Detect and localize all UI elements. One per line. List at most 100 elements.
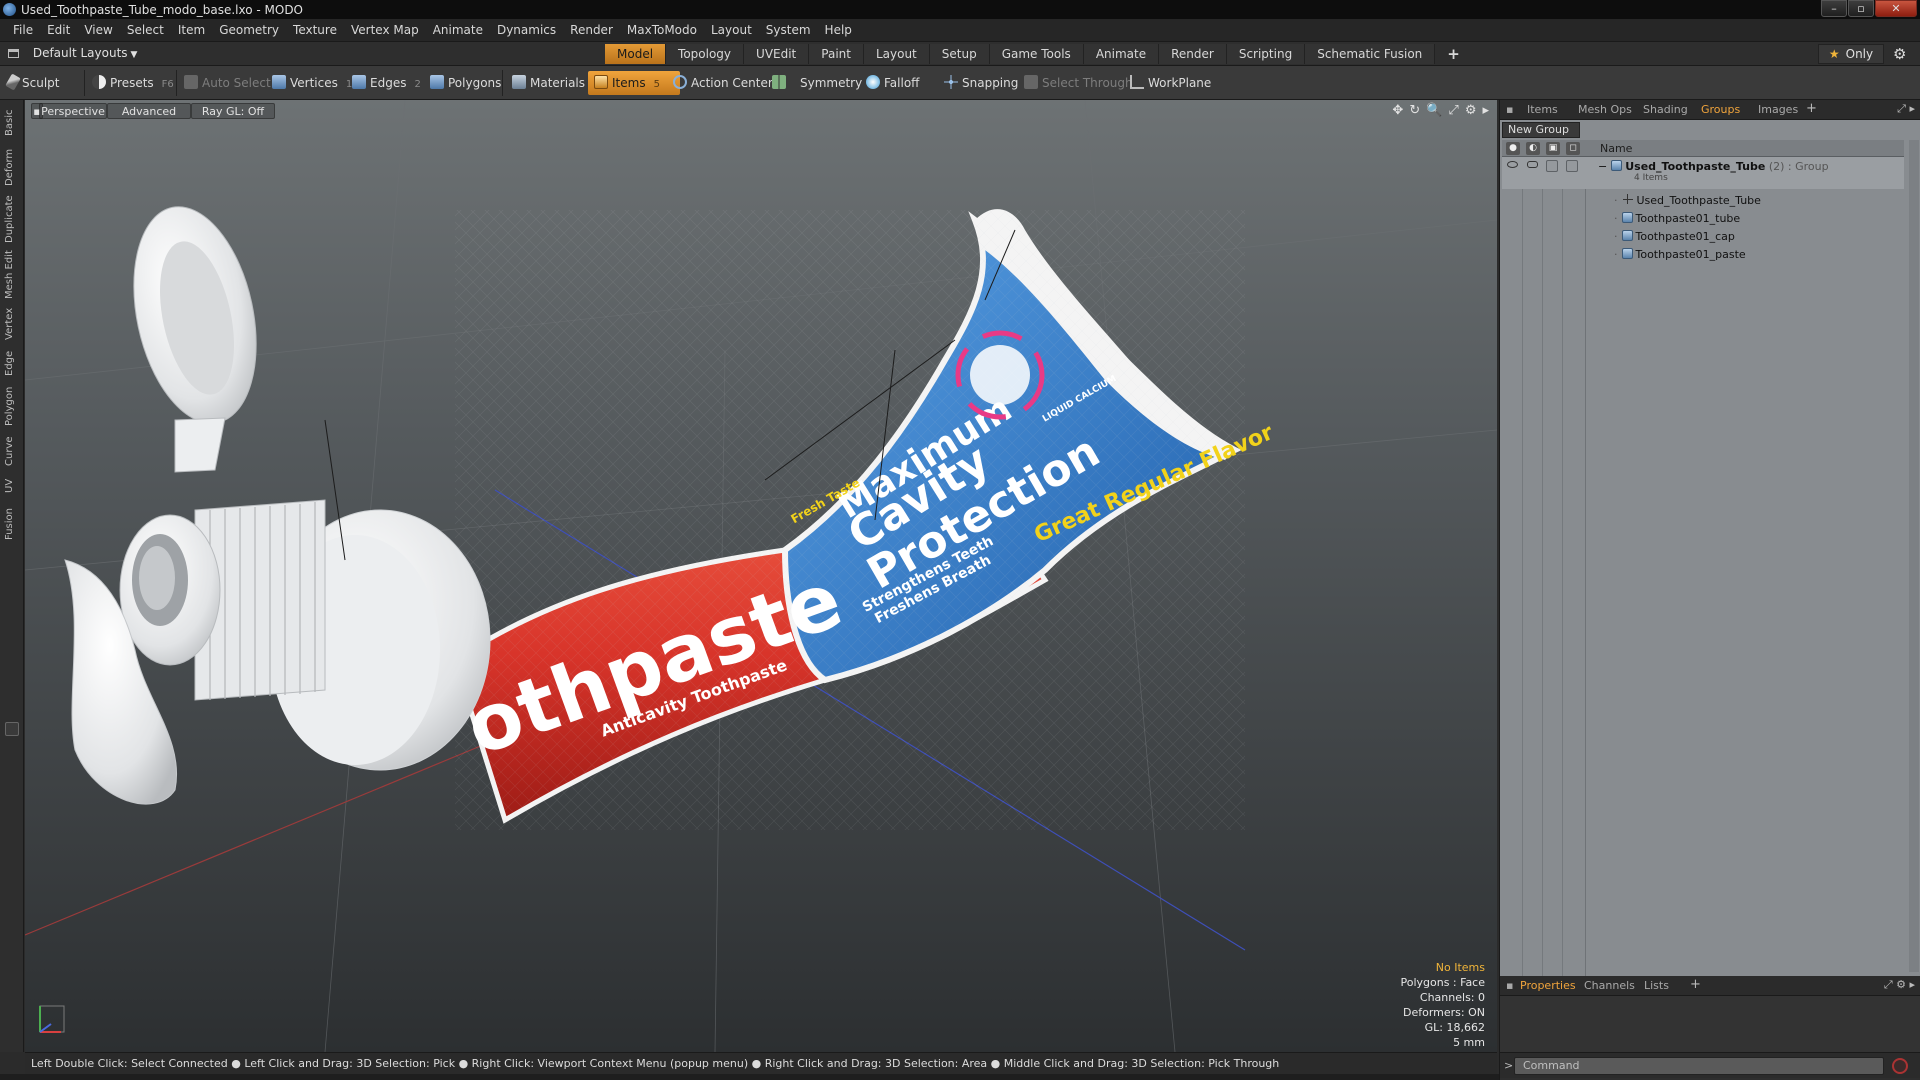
list-item[interactable]: · Toothpaste01_paste — [1502, 245, 1904, 263]
menu-edit[interactable]: Edit — [40, 23, 77, 37]
tab-animate[interactable]: Animate — [1083, 44, 1160, 64]
tab-mesh-ops[interactable]: Mesh Ops — [1578, 103, 1632, 116]
eye-icon[interactable] — [1507, 161, 1518, 168]
render-column-icon[interactable]: ◐ — [1526, 142, 1540, 155]
vtab-uv[interactable]: UV — [4, 474, 20, 498]
gear-icon[interactable]: ⚙ — [1893, 45, 1906, 63]
symmetry-button[interactable]: Symmetry — [772, 71, 862, 95]
sculpt-button[interactable]: Sculpt — [5, 71, 59, 95]
select-column-icon[interactable]: ◻ — [1566, 142, 1580, 155]
tab-topology[interactable]: Topology — [666, 44, 745, 64]
add-panel-tab-button[interactable]: + — [1690, 977, 1701, 992]
visibility-column-icon[interactable]: ● — [1506, 142, 1520, 155]
tab-layout[interactable]: Layout — [863, 44, 930, 64]
select-toggle[interactable] — [1566, 160, 1578, 172]
viewport-gear-icon[interactable]: ⚙ — [1465, 103, 1477, 118]
pan-icon[interactable]: ✥ — [1392, 103, 1403, 118]
view-mode-dropdown[interactable]: Perspective — [39, 103, 107, 119]
items-button[interactable]: Items 5 — [588, 71, 680, 95]
materials-button[interactable]: Materials — [512, 71, 585, 95]
edges-button[interactable]: Edges 2 — [352, 71, 421, 95]
tab-channels[interactable]: Channels — [1584, 979, 1635, 992]
vtab-edge[interactable]: Edge — [4, 348, 20, 378]
close-button[interactable]: ✕ — [1875, 0, 1917, 17]
falloff-button[interactable]: Falloff — [866, 71, 919, 95]
collapse-icon[interactable]: − — [1598, 160, 1607, 173]
groups-scrollbar[interactable] — [1909, 140, 1919, 972]
tab-game-tools[interactable]: Game Tools — [989, 44, 1084, 64]
panel-expand-icon[interactable]: ⤢ ▸ — [1897, 102, 1915, 116]
tab-shading[interactable]: Shading — [1643, 103, 1688, 116]
name-column-header[interactable]: Name — [1600, 142, 1632, 155]
select-through-button[interactable]: Select Through — [1024, 71, 1133, 95]
panel-gear-icon[interactable]: ⤢ ⚙ ▸ — [1884, 978, 1915, 992]
menu-texture[interactable]: Texture — [286, 23, 344, 37]
tab-paint[interactable]: Paint — [809, 44, 864, 64]
panel-menu-icon[interactable]: ▪ — [1506, 979, 1513, 992]
shading-dropdown[interactable]: Advanced — [107, 103, 191, 119]
tab-items[interactable]: Items — [1527, 103, 1558, 116]
auto-select-button[interactable]: Auto Select — [184, 71, 271, 95]
only-toggle[interactable]: ★ Only — [1818, 44, 1884, 64]
tab-properties[interactable]: Properties — [1520, 979, 1576, 992]
menu-item[interactable]: Item — [171, 23, 212, 37]
toothpaste-cap-mesh[interactable] — [64, 195, 491, 805]
menu-select[interactable]: Select — [120, 23, 171, 37]
tab-render[interactable]: Render — [1159, 44, 1227, 64]
tab-images[interactable]: Images — [1758, 103, 1798, 116]
vtab-deform[interactable]: Deform — [4, 146, 20, 188]
vtab-vertex[interactable]: Vertex — [4, 306, 20, 342]
toolbox-toggle-button[interactable] — [5, 722, 19, 736]
menu-vertex-map[interactable]: Vertex Map — [344, 23, 426, 37]
minimize-button[interactable]: – — [1821, 0, 1847, 17]
fit-icon[interactable]: ⤢ — [1448, 103, 1458, 118]
presets-button[interactable]: Presets F6 — [92, 71, 174, 95]
tab-scripting[interactable]: Scripting — [1226, 44, 1306, 64]
maximize-button[interactable]: ▫ — [1848, 0, 1874, 17]
tab-model[interactable]: Model — [605, 44, 667, 64]
vertices-button[interactable]: Vertices 1 — [272, 71, 352, 95]
lock-toggle[interactable] — [1546, 160, 1558, 172]
scrollbar-thumb[interactable] — [1910, 520, 1918, 550]
raygl-toggle[interactable]: Ray GL: Off — [191, 103, 275, 119]
vtab-fusion[interactable]: Fusion — [4, 504, 20, 544]
menu-animate[interactable]: Animate — [426, 23, 490, 37]
render-toggle-icon[interactable] — [1527, 161, 1538, 168]
lock-column-icon[interactable]: ▣ — [1546, 142, 1560, 155]
action-center-button[interactable]: Action Center — [673, 71, 773, 95]
viewport-expand-icon[interactable]: ▸ — [1482, 103, 1489, 118]
tab-schematic-fusion[interactable]: Schematic Fusion — [1305, 44, 1436, 64]
menu-dynamics[interactable]: Dynamics — [490, 23, 563, 37]
tab-groups[interactable]: Groups — [1701, 103, 1740, 116]
workplane-button[interactable]: WorkPlane — [1130, 71, 1211, 95]
record-macro-icon[interactable] — [1892, 1058, 1908, 1074]
list-item[interactable]: · Used_Toothpaste_Tube — [1502, 191, 1904, 209]
menu-file[interactable]: File — [6, 23, 40, 37]
polygons-button[interactable]: Polygons — [430, 71, 501, 95]
tab-lists[interactable]: Lists — [1644, 979, 1669, 992]
command-input[interactable]: Command — [1514, 1057, 1884, 1075]
snapping-button[interactable]: Snapping — [944, 71, 1018, 95]
layouts-dropdown[interactable]: Default Layouts ▼ — [8, 46, 137, 60]
rotate-icon[interactable]: ↻ — [1409, 103, 1420, 118]
vtab-basic[interactable]: Basic — [4, 106, 20, 140]
menu-layout[interactable]: Layout — [704, 23, 759, 37]
list-item[interactable]: · Toothpaste01_cap — [1502, 227, 1904, 245]
3d-viewport[interactable]: othpaste Anticavity Toothpaste Maximum C… — [25, 100, 1497, 1052]
viewport-scene[interactable]: othpaste Anticavity Toothpaste Maximum C… — [25, 100, 1497, 1052]
zoom-icon[interactable]: 🔍 — [1426, 103, 1442, 118]
list-item[interactable]: · Toothpaste01_tube — [1502, 209, 1904, 227]
add-tab-button[interactable]: + — [1435, 44, 1472, 64]
menu-system[interactable]: System — [759, 23, 818, 37]
menu-render[interactable]: Render — [563, 23, 620, 37]
new-group-button[interactable]: New Group — [1502, 122, 1580, 138]
menu-maxtomodo[interactable]: MaxToModo — [620, 23, 704, 37]
tab-setup[interactable]: Setup — [929, 44, 990, 64]
vtab-mesh-edit[interactable]: Mesh Edit — [4, 250, 20, 300]
vtab-polygon[interactable]: Polygon — [4, 384, 20, 428]
add-panel-tab-button[interactable]: + — [1806, 101, 1817, 116]
vtab-curve[interactable]: Curve — [4, 434, 20, 468]
menu-geometry[interactable]: Geometry — [212, 23, 286, 37]
tab-uvedit[interactable]: UVEdit — [744, 44, 810, 64]
toothpaste-tube-mesh[interactable]: othpaste Anticavity Toothpaste Maximum C… — [452, 209, 1278, 830]
